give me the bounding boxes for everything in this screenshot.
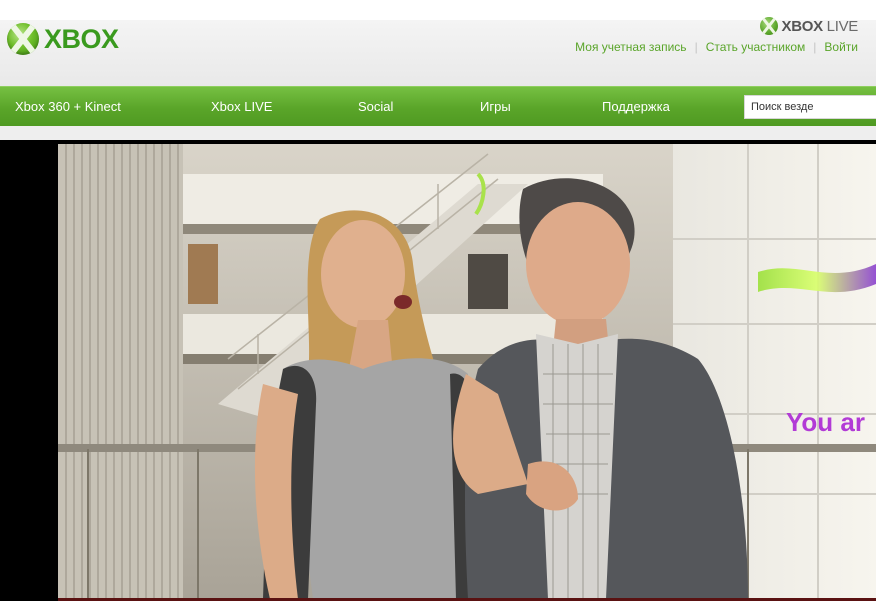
nav-item-support[interactable]: Поддержка [602, 87, 670, 127]
top-strip [0, 0, 876, 20]
xbox-logo-text: XBOX [44, 24, 119, 54]
xbox-live-logo-text: XBOX LIVE [782, 18, 859, 35]
site-header: XBOX XBOX LIVE Моя учетная запись | Стат… [0, 17, 876, 86]
video-frame[interactable]: You ar [58, 144, 876, 599]
main-nav: Xbox 360 + Kinect Xbox LIVE Social Игры … [0, 86, 876, 126]
become-member-link[interactable]: Стать участником [706, 40, 806, 54]
nav-item-games[interactable]: Игры [480, 87, 511, 127]
nav-item-social[interactable]: Social [358, 87, 393, 127]
nav-item-xbox-360-kinect[interactable]: Xbox 360 + Kinect [15, 87, 121, 127]
account-links: Моя учетная запись | Стать участником | … [575, 40, 858, 54]
my-account-link[interactable]: Моя учетная запись [575, 40, 686, 54]
sign-in-link[interactable]: Войти [824, 40, 858, 54]
xbox-live-logo[interactable]: XBOX LIVE [759, 17, 859, 35]
video-scene: You ar [58, 144, 876, 599]
video-overlay-text: You ar [786, 407, 865, 437]
xbox-live-logo-xbox: XBOX [781, 17, 824, 35]
xbox-logo[interactable]: XBOX [7, 23, 119, 55]
xbox-live-icon [759, 17, 778, 35]
link-separator: | [813, 40, 817, 54]
video-player[interactable]: You ar [0, 140, 876, 601]
nav-item-xbox-live[interactable]: Xbox LIVE [211, 87, 272, 127]
xbox-sphere-icon [7, 23, 39, 55]
sub-bar [0, 126, 876, 140]
search-input[interactable] [744, 95, 876, 119]
xbox-live-logo-live: LIVE [822, 17, 859, 35]
link-separator: | [694, 40, 698, 54]
